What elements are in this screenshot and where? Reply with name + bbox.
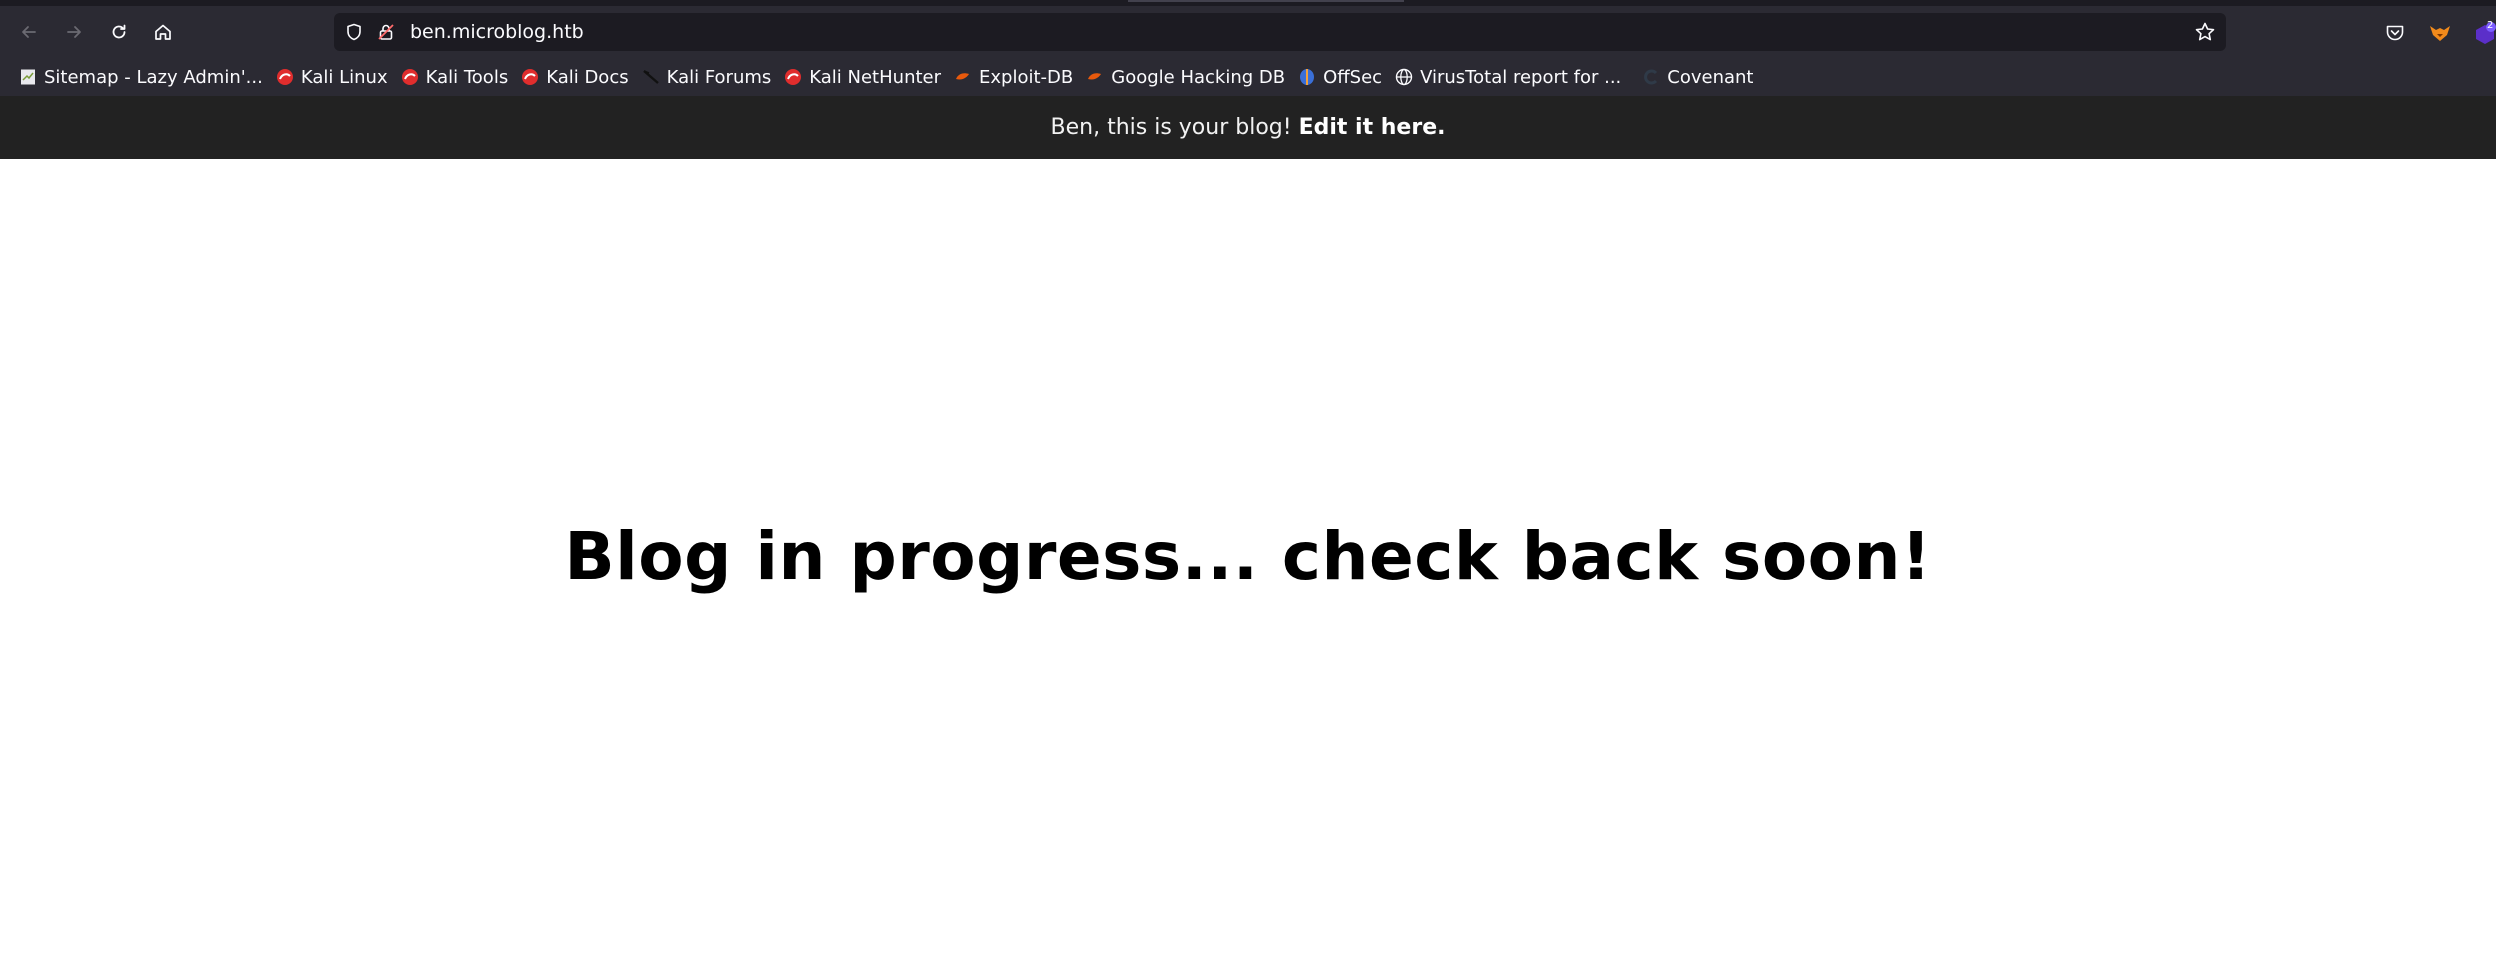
extension-badge: 2 — [2487, 20, 2494, 31]
bookmark-label: OffSec — [1323, 66, 1383, 88]
admin-bar-message: Ben, this is your blog! — [1050, 115, 1292, 140]
bookmark-kali-nethunter[interactable]: Kali NetHunter — [777, 62, 947, 92]
globe-icon — [1394, 67, 1414, 87]
home-button[interactable] — [146, 15, 180, 49]
edit-blog-link[interactable]: Edit it here. — [1299, 115, 1446, 140]
kali-dragon-icon — [641, 67, 661, 87]
bookmark-exploit-db[interactable]: Exploit-DB — [947, 62, 1079, 92]
bookmark-sitemap[interactable]: Sitemap - Lazy Admin'... — [12, 62, 269, 92]
exploit-db-icon — [1085, 67, 1105, 87]
bookmark-label: Kali Forums — [666, 66, 772, 88]
page-title: Blog in progress... check back soon! — [564, 518, 1932, 595]
exploit-db-icon — [953, 67, 973, 87]
bookmark-virustotal[interactable]: VirusTotal report for ... — [1388, 62, 1627, 92]
bookmark-label: VirusTotal report for ... — [1420, 66, 1622, 88]
reload-button[interactable] — [102, 15, 136, 49]
bookmark-label: Sitemap - Lazy Admin'... — [44, 66, 263, 88]
blog-admin-bar: Ben, this is your blog! Edit it here. — [0, 96, 2496, 159]
bookmark-label: Kali Docs — [546, 66, 629, 88]
insecure-lock-icon[interactable] — [376, 22, 396, 46]
bookmark-label: Covenant — [1667, 66, 1754, 88]
kali-icon — [400, 67, 420, 87]
kali-icon — [275, 67, 295, 87]
extension-puzzle-icon[interactable]: 2 — [2474, 20, 2496, 50]
arrow-right-icon — [67, 26, 81, 38]
bookmark-label: Kali Linux — [300, 66, 388, 88]
bookmark-star-icon[interactable] — [2194, 21, 2216, 47]
bookmark-kali-docs[interactable]: Kali Docs — [514, 62, 634, 92]
arrow-left-icon — [22, 26, 36, 38]
offsec-icon — [1297, 67, 1317, 87]
foxyproxy-extension-icon[interactable] — [2428, 22, 2452, 48]
bookmark-covenant[interactable]: Covenant — [1635, 62, 1759, 92]
kali-icon — [783, 67, 803, 87]
bookmark-label: Kali Tools — [425, 66, 509, 88]
active-tab-indicator[interactable] — [1128, 0, 1404, 2]
forward-button[interactable] — [57, 15, 91, 49]
browser-toolbar: ben.microblog.htb 2 — [0, 6, 2496, 58]
kali-icon — [520, 67, 540, 87]
url-text[interactable]: ben.microblog.htb — [410, 13, 584, 51]
bookmarks-toolbar: Sitemap - Lazy Admin'... Kali Linux Kali… — [0, 58, 2496, 96]
url-bar[interactable]: ben.microblog.htb — [334, 13, 2226, 51]
pocket-icon[interactable] — [2384, 22, 2406, 48]
bookmark-google-hacking-db[interactable]: Google Hacking DB — [1079, 62, 1291, 92]
bookmark-kali-forums[interactable]: Kali Forums — [635, 62, 778, 92]
bookmark-offsec[interactable]: OffSec — [1291, 62, 1388, 92]
tracking-protection-shield-icon[interactable] — [344, 22, 364, 46]
covenant-icon — [1641, 67, 1661, 87]
back-button[interactable] — [12, 15, 46, 49]
bookmark-label: Kali NetHunter — [809, 66, 942, 88]
reload-icon — [112, 24, 126, 39]
page-icon — [18, 67, 38, 87]
home-icon — [155, 24, 171, 40]
bookmark-label: Google Hacking DB — [1111, 66, 1286, 88]
bookmark-label: Exploit-DB — [979, 66, 1074, 88]
bookmark-kali-linux[interactable]: Kali Linux — [269, 62, 394, 92]
bookmark-kali-tools[interactable]: Kali Tools — [394, 62, 515, 92]
